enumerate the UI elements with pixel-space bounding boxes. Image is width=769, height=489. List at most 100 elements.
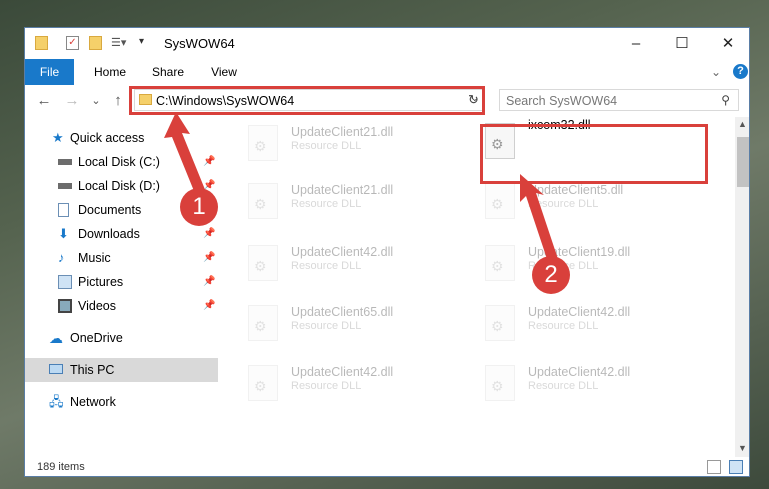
dll-file-icon: ⚙ [248, 125, 278, 161]
step-2-badge: 2 [532, 256, 570, 294]
gear-icon: ⚙ [254, 258, 267, 274]
file-type: Resource DLL [291, 380, 362, 392]
sidebar-item-downloads[interactable]: ⬇ Downloads 📌 [25, 222, 218, 246]
file-type: Resource DLL [528, 198, 599, 210]
maximize-button[interactable]: ☐ [659, 28, 705, 59]
gear-icon: ⚙ [491, 258, 504, 274]
tab-home[interactable]: Home [85, 59, 135, 85]
help-icon[interactable]: ? [733, 64, 748, 79]
pin-icon: 📌 [203, 228, 216, 239]
documents-icon [58, 203, 69, 217]
computer-icon [49, 364, 63, 374]
dll-file-icon: ⚙ [248, 245, 278, 281]
file-item[interactable]: ⚙ UpdateClient42.dll Resource DLL [248, 237, 468, 285]
star-icon: ★ [52, 130, 64, 145]
sidebar-item-videos[interactable]: Videos 📌 [25, 294, 218, 318]
search-box[interactable]: Search SysWOW64 ⚲ [499, 89, 739, 111]
sidebar-item-pictures[interactable]: Pictures 📌 [25, 270, 218, 294]
sidebar-item-network[interactable]: 🖧 Network [25, 390, 218, 414]
item-count: 189 items [37, 461, 85, 473]
status-bar: 189 items [25, 457, 749, 476]
file-item[interactable]: ⚙ UpdateClient21.dll Resource DLL [248, 175, 468, 223]
expand-ribbon-icon[interactable]: ⌄ [707, 59, 725, 85]
file-type: Resource DLL [528, 380, 599, 392]
sidebar-item-label: Documents [78, 203, 142, 217]
forward-button[interactable]: → [63, 91, 81, 111]
drive-icon [58, 159, 72, 165]
gear-icon: ⚙ [254, 196, 267, 212]
tab-share[interactable]: Share [143, 59, 193, 85]
file-item[interactable]: ⚙ UpdateClient42.dll Resource DLL [485, 297, 705, 345]
pictures-icon [58, 275, 72, 289]
tab-view[interactable]: View [199, 59, 249, 85]
large-icons-view-icon[interactable] [729, 460, 743, 474]
sidebar-item-label: Pictures [78, 275, 124, 289]
dll-file-icon: ⚙ [248, 365, 278, 401]
file-type: Resource DLL [291, 198, 362, 210]
file-item[interactable]: ⚙ UpdateClient65.dll Resource DLL [248, 297, 468, 345]
sidebar-item-label: Local Disk (D:) [78, 179, 160, 193]
sidebar-item-music[interactable]: ♪ Music 📌 [25, 246, 218, 270]
gear-icon: ⚙ [491, 318, 504, 334]
file-name: UpdateClient42.dll [291, 245, 394, 259]
sidebar-item-label: Local Disk (C:) [78, 155, 160, 169]
navigation-pane: ★ Quick access Local Disk (C:) 📌 Local D… [25, 117, 218, 457]
window-title: SysWOW64 [164, 36, 235, 51]
details-view-icon[interactable] [707, 460, 721, 474]
search-input[interactable]: Search SysWOW64 [506, 94, 617, 108]
file-name: UpdateClient42.dll [528, 305, 631, 319]
sidebar-item-onedrive[interactable]: ☁ OneDrive [25, 326, 218, 350]
sidebar-item-label: Videos [78, 299, 116, 313]
dll-file-icon: ⚙ [248, 183, 278, 219]
gear-icon: ⚙ [254, 378, 267, 394]
dll-file-icon: ⚙ [485, 305, 515, 341]
file-type: Resource DLL [528, 320, 599, 332]
recent-locations-button[interactable]: ⌄ [87, 91, 105, 111]
file-name: UpdateClient5.dll [528, 183, 624, 197]
file-type: Resource DLL [291, 320, 362, 332]
scrollbar-thumb[interactable] [737, 137, 749, 187]
dll-file-icon: ⚙ [485, 183, 515, 219]
sidebar-item-local-disk-c[interactable]: Local Disk (C:) 📌 [25, 150, 218, 174]
minimize-button[interactable]: – [613, 28, 659, 59]
file-highlight [480, 124, 708, 184]
dll-file-icon: ⚙ [248, 305, 278, 341]
network-icon: 🖧 [49, 394, 64, 409]
sidebar-item-label: Network [70, 395, 116, 409]
gear-icon: ⚙ [491, 378, 504, 394]
folder-icon [35, 36, 48, 50]
pin-icon: 📌 [203, 156, 216, 167]
scroll-up-icon[interactable]: ▲ [738, 119, 747, 129]
file-name: UpdateClient21.dll [291, 125, 394, 139]
new-folder-icon[interactable] [89, 36, 102, 50]
step-1-badge: 1 [180, 188, 218, 226]
toolbar-dropdown-icon[interactable]: ▾ [139, 36, 152, 50]
file-name: UpdateClient42.dll [528, 365, 631, 379]
up-button[interactable]: ↑ [109, 91, 127, 111]
customize-toolbar-icon[interactable]: ☰▾ [111, 36, 129, 50]
file-item[interactable]: ⚙ UpdateClient42.dll Resource DLL [485, 357, 705, 405]
gear-icon: ⚙ [254, 318, 267, 334]
sidebar-item-this-pc[interactable]: This PC [25, 358, 218, 382]
file-item[interactable]: ⚙ UpdateClient21.dll Resource DLL [248, 117, 468, 165]
back-button[interactable]: ← [35, 91, 53, 111]
search-icon: ⚲ [721, 93, 730, 107]
file-type: Resource DLL [291, 260, 362, 272]
file-item[interactable]: ⚙ UpdateClient19.dll Resource DLL [485, 237, 705, 285]
properties-icon[interactable]: ✓ [66, 36, 79, 50]
sidebar-item-quick-access[interactable]: ★ Quick access [25, 126, 218, 150]
sidebar-item-label: OneDrive [70, 331, 123, 345]
pin-icon: 📌 [203, 276, 216, 287]
pin-icon: 📌 [203, 300, 216, 311]
vertical-scrollbar[interactable]: ▲ ▼ [735, 117, 749, 457]
scroll-down-icon[interactable]: ▼ [738, 443, 747, 453]
gear-icon: ⚙ [254, 138, 267, 154]
cloud-icon: ☁ [49, 330, 63, 346]
close-button[interactable]: ✕ [705, 28, 749, 59]
sidebar-item-label: Quick access [70, 131, 145, 145]
gear-icon: ⚙ [491, 196, 504, 212]
sidebar-item-label: Downloads [78, 227, 140, 241]
download-icon: ⬇ [58, 226, 69, 241]
sidebar-item-label: This PC [70, 363, 115, 377]
file-item[interactable]: ⚙ UpdateClient42.dll Resource DLL [248, 357, 468, 405]
